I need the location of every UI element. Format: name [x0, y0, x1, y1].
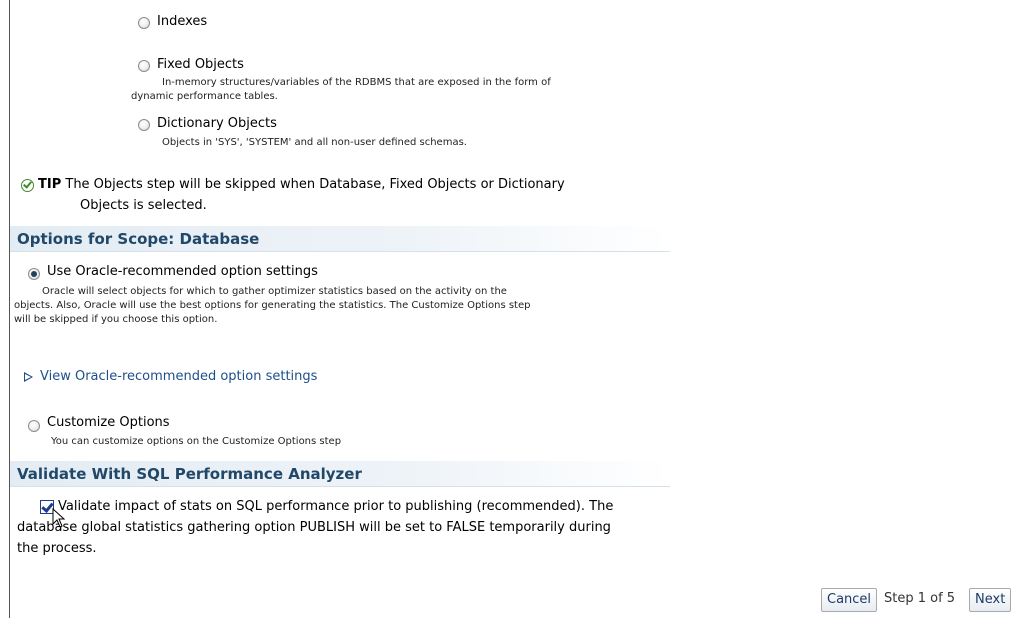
options-section-title: Options for Scope: Database	[17, 230, 260, 248]
validate-text-3: the process.	[17, 541, 97, 556]
view-recommended-settings-link[interactable]: View Oracle-recommended option settings	[40, 369, 317, 384]
fixed-objects-description-1: In-memory structures/variables of the RD…	[162, 77, 551, 88]
expand-triangle-icon[interactable]	[24, 372, 33, 382]
recommended-options-radio[interactable]	[28, 268, 40, 280]
recommended-options-label: Use Oracle-recommended option settings	[47, 264, 318, 279]
tip-line-1: TIP The Objects step will be skipped whe…	[38, 177, 565, 192]
customize-options-label: Customize Options	[47, 415, 170, 430]
indexes-label: Indexes	[157, 14, 208, 29]
tip-prefix: TIP	[38, 177, 62, 192]
next-button[interactable]: Next	[969, 588, 1012, 612]
validate-section-title: Validate With SQL Performance Analyzer	[17, 465, 362, 483]
page-left-border	[9, 0, 10, 618]
validate-text-2: database global statistics gathering opt…	[17, 520, 611, 535]
tip-text-1: The Objects step will be skipped when Da…	[65, 177, 565, 192]
tip-line-2: Objects is selected.	[80, 198, 207, 213]
indexes-radio[interactable]	[138, 17, 150, 29]
dictionary-objects-label: Dictionary Objects	[157, 116, 277, 131]
fixed-objects-label: Fixed Objects	[157, 57, 244, 72]
dictionary-objects-description: Objects in 'SYS', 'SYSTEM' and all non-u…	[162, 137, 467, 148]
validate-section-header: Validate With SQL Performance Analyzer	[10, 461, 670, 487]
validate-text-1: Validate impact of stats on SQL performa…	[58, 499, 614, 514]
cancel-button[interactable]: Cancel	[821, 588, 878, 612]
check-circle-icon	[21, 179, 34, 192]
customize-options-desc: You can customize options on the Customi…	[51, 436, 342, 447]
recommended-desc-1: Oracle will select objects for which to …	[42, 286, 507, 297]
customize-options-radio[interactable]	[28, 420, 40, 432]
mouse-cursor-icon	[52, 508, 66, 528]
fixed-objects-description-2: dynamic performance tables.	[131, 91, 278, 102]
step-indicator: Step 1 of 5	[884, 591, 956, 606]
options-section-header: Options for Scope: Database	[10, 226, 670, 252]
recommended-desc-2: objects. Also, Oracle will use the best …	[14, 300, 531, 311]
dictionary-objects-radio[interactable]	[138, 119, 150, 131]
recommended-desc-3: will be skipped if you choose this optio…	[14, 314, 218, 325]
fixed-objects-radio[interactable]	[138, 60, 150, 72]
